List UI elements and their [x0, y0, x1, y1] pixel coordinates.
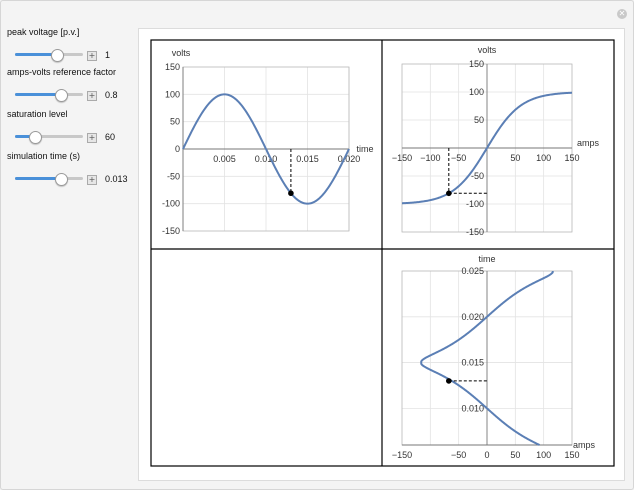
plus-icon[interactable]: +	[87, 175, 97, 185]
plot1-y-tick-label: -100	[162, 199, 180, 209]
control-value: 0.013	[105, 174, 128, 184]
slider-thumb[interactable]	[55, 89, 69, 102]
plot1-x-tick-label: 0.015	[296, 154, 319, 164]
plot1-y-tick-label: -50	[167, 171, 180, 181]
plot2-y-tick-label: -150	[466, 227, 484, 237]
plot2-y-tick-label: 50	[474, 115, 484, 125]
plot-grid: 150 100 50 0 -50 -100 -150 0.005 0.010 0.015 0.020…	[150, 39, 615, 467]
slider-thumb[interactable]	[51, 49, 65, 62]
plot3-y-tick-label: 0.010	[461, 403, 484, 413]
saturation-level-slider[interactable]	[15, 131, 83, 144]
plot3-y-tick-label: 0.015	[461, 358, 484, 368]
plot3-y-axis-label: time	[478, 254, 495, 264]
plot3-x-tick-label: −50	[451, 450, 466, 460]
plot1-y-tick-label: 150	[165, 62, 180, 72]
plot2-x-tick-label: −150	[392, 153, 412, 163]
plus-icon[interactable]: +	[87, 91, 97, 101]
plot3-x-tick-label: 100	[536, 450, 551, 460]
controls-panel: peak voltage [p.v.] + 1 amps-volts refer…	[7, 25, 135, 217]
control-value: 1	[105, 50, 111, 60]
output-panel: 150 100 50 0 -50 -100 -150 0.005 0.010 0.015 0.020…	[138, 28, 625, 481]
control-label: saturation level	[7, 109, 68, 119]
plot3-current-point	[446, 378, 452, 384]
plot2-y-axis-label: volts	[478, 45, 497, 55]
plus-icon[interactable]: +	[87, 133, 97, 143]
plot2-y-tick-label: -50	[471, 171, 484, 181]
plot3-x-tick-label: 0	[484, 450, 489, 460]
plot2-x-tick-label: 50	[510, 153, 520, 163]
control-label: simulation time (s)	[7, 151, 81, 161]
plot2-x-tick-label: −100	[420, 153, 440, 163]
plot2-y-tick-label: -100	[466, 199, 484, 209]
control-label: peak voltage [p.v.]	[7, 27, 80, 37]
plot2-x-tick-label: −50	[451, 153, 466, 163]
peak-voltage-slider[interactable]	[15, 49, 83, 62]
plot1-x-axis-label: time	[356, 144, 373, 154]
plot2-x-axis-label: amps	[577, 138, 600, 148]
plot2-y-tick-label: 100	[469, 87, 484, 97]
plot1-y-tick-label: 0	[175, 144, 180, 154]
slider-thumb[interactable]	[29, 131, 43, 144]
plot1-x-tick-label: 0.005	[213, 154, 236, 164]
amps-volts-factor-slider[interactable]	[15, 89, 83, 102]
plot3-x-tick-label: 150	[564, 450, 579, 460]
plot3-y-tick-label: 0.025	[461, 266, 484, 276]
control-value: 0.8	[105, 90, 118, 100]
control-value: 60	[105, 132, 116, 142]
simulation-time-slider[interactable]	[15, 173, 83, 186]
close-icon[interactable]: ✕	[617, 9, 627, 19]
plot1-y-tick-label: 100	[165, 89, 180, 99]
plot1-current-point	[288, 190, 294, 197]
control-simulation-time: simulation time (s) + 0.013	[7, 149, 135, 217]
slider-thumb[interactable]	[55, 173, 69, 186]
plot1-y-tick-label: 50	[170, 117, 180, 127]
manipulate-window: ✕ peak voltage [p.v.] + 1 amps-volts ref…	[0, 0, 634, 490]
plot3-y-tick-label: 0.020	[461, 312, 484, 322]
plot3-x-tick-label: 50	[510, 450, 520, 460]
plot1-y-axis-label: volts	[172, 48, 191, 58]
plot3-x-axis-label: amps	[573, 440, 596, 450]
plot3-x-tick-label: −150	[392, 450, 412, 460]
plot2-x-tick-label: 150	[564, 153, 579, 163]
plot2-current-point	[446, 190, 452, 197]
plot1-y-tick-label: -150	[162, 226, 180, 236]
control-label: amps-volts reference factor	[7, 67, 117, 77]
plus-icon[interactable]: +	[87, 51, 97, 61]
plot2-y-tick-label: 150	[469, 59, 484, 69]
plot2-x-tick-label: 100	[536, 153, 551, 163]
plot1-x-tick-label: 0.010	[255, 154, 278, 164]
plot1-x-tick-label: 0.020	[338, 154, 361, 164]
